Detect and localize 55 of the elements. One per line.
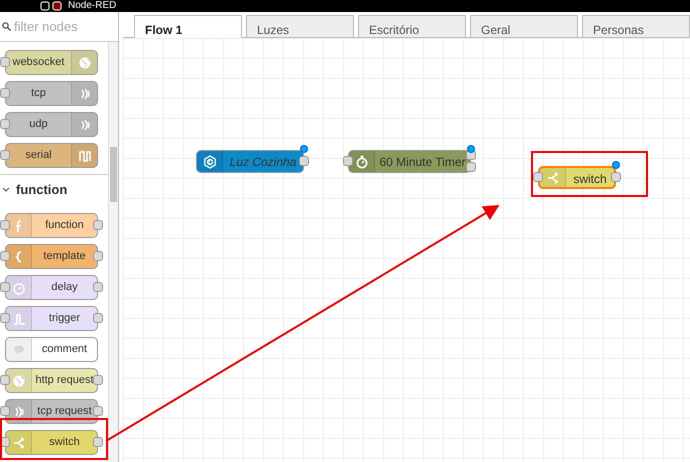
input-port[interactable] <box>0 406 10 416</box>
output-port[interactable] <box>93 220 103 230</box>
palette-node[interactable]: websocket <box>5 50 98 75</box>
speech-bubble-icon <box>12 342 26 356</box>
category-header[interactable]: function <box>16 180 68 200</box>
input-port[interactable] <box>0 150 10 160</box>
flow-node[interactable]: switch <box>538 166 616 189</box>
palette-node[interactable]: delay <box>5 275 98 300</box>
split-icon <box>546 170 560 184</box>
output-port[interactable] <box>93 313 103 323</box>
chevron-down-icon[interactable] <box>2 186 10 194</box>
output-port[interactable] <box>611 172 621 182</box>
palette-node[interactable]: http request <box>5 368 98 393</box>
scrollbar-thumb[interactable] <box>110 147 117 202</box>
scrollbar[interactable] <box>108 42 118 462</box>
output-port[interactable] <box>93 406 103 416</box>
globe-icon <box>78 56 92 70</box>
input-port[interactable] <box>533 172 543 182</box>
square-wave-icon <box>78 148 92 162</box>
split-icon <box>12 436 26 450</box>
output-port[interactable] <box>93 282 103 292</box>
palette-node[interactable]: serial <box>5 143 98 168</box>
output-port[interactable] <box>93 437 103 447</box>
palette-node[interactable]: template <box>5 244 98 269</box>
flow-node[interactable]: 60 Minute Timer <box>348 150 471 173</box>
logo-icon <box>40 1 62 11</box>
palette-node[interactable]: udp <box>5 112 98 137</box>
input-port[interactable] <box>0 57 10 67</box>
globe-icon <box>12 374 26 388</box>
palette-node[interactable]: trigger <box>5 306 98 331</box>
palette-node[interactable]: switch <box>5 430 98 455</box>
flow-tab[interactable]: Escritório <box>358 15 466 37</box>
output-port[interactable] <box>93 375 103 385</box>
stopwatch-icon <box>354 154 368 168</box>
input-port[interactable] <box>0 313 10 323</box>
flow-tab[interactable]: Luzes <box>246 15 354 37</box>
input-port[interactable] <box>0 375 10 385</box>
output-port[interactable] <box>299 156 309 166</box>
timer-icon <box>12 280 26 294</box>
palette-node[interactable]: tcp <box>5 81 98 106</box>
input-port[interactable] <box>0 251 10 261</box>
input-port[interactable] <box>0 282 10 292</box>
input-port[interactable] <box>0 88 10 98</box>
input-port[interactable] <box>0 220 10 230</box>
input-port[interactable] <box>343 156 353 166</box>
search-icon <box>2 22 11 31</box>
palette-node[interactable]: function <box>5 213 98 238</box>
palette-node[interactable]: comment <box>5 337 98 362</box>
flow-tab[interactable]: Geral <box>470 15 578 37</box>
output-port[interactable] <box>93 251 103 261</box>
flow-tab[interactable]: Personas <box>582 15 690 37</box>
pulse-icon <box>12 312 26 326</box>
input-port[interactable] <box>0 119 10 129</box>
app-title: Node-RED <box>68 0 116 12</box>
flow-tab[interactable]: Flow 1 <box>134 15 242 38</box>
